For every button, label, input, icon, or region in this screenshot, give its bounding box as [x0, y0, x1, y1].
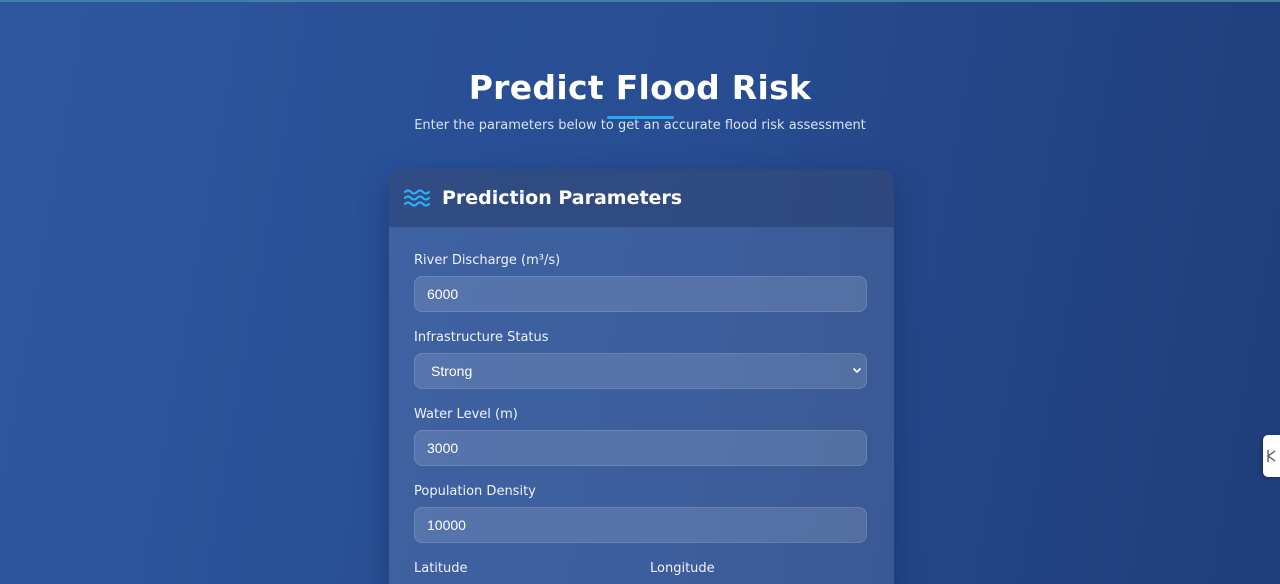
latitude-label: Latitude — [414, 561, 468, 576]
river-discharge-label: River Discharge (m³/s) — [414, 253, 561, 268]
infrastructure-status-select[interactable]: Strong — [414, 353, 867, 389]
chevron-down-icon — [853, 368, 861, 373]
page-title: Predict Flood Risk — [468, 68, 812, 107]
resize-handle-icon — [1267, 450, 1276, 462]
population-density-value: 10000 — [427, 517, 466, 533]
river-discharge-input[interactable]: 6000 — [414, 276, 867, 312]
page-subtitle: Enter the parameters below to get an acc… — [414, 118, 866, 133]
card-header: Prediction Parameters — [389, 169, 894, 227]
card-title: Prediction Parameters — [442, 187, 683, 209]
infrastructure-status-value: Strong — [431, 363, 473, 379]
longitude-label: Longitude — [650, 561, 715, 576]
population-density-label: Population Density — [414, 484, 536, 499]
top-border — [0, 0, 1280, 2]
prediction-card: Prediction Parameters River Discharge (m… — [389, 169, 894, 584]
side-widget-tab[interactable] — [1263, 435, 1280, 477]
water-level-label: Water Level (m) — [414, 407, 518, 422]
population-density-input[interactable]: 10000 — [414, 507, 867, 543]
water-waves-icon — [404, 189, 430, 207]
infrastructure-status-label: Infrastructure Status — [414, 330, 549, 345]
water-level-input[interactable]: 3000 — [414, 430, 867, 466]
river-discharge-value: 6000 — [427, 286, 459, 302]
water-level-value: 3000 — [427, 440, 459, 456]
